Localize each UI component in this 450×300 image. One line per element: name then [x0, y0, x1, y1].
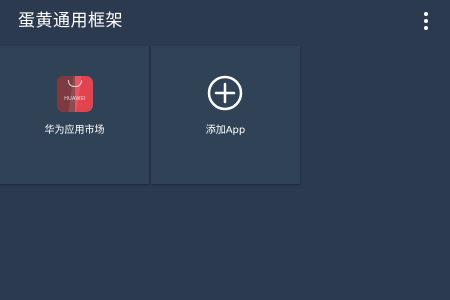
app-tile-label: 华为应用市场: [44, 125, 105, 136]
menu-dot: [424, 12, 428, 16]
app-title: 蛋黄通用框架: [18, 11, 123, 31]
more-vertical-icon[interactable]: [420, 11, 432, 31]
app-bar: 蛋黄通用框架: [0, 0, 450, 44]
menu-dot: [424, 19, 428, 23]
add-app-label: 添加App: [205, 125, 246, 136]
add-app-tile[interactable]: 添加App: [151, 46, 300, 184]
huawei-appgallery-icon: HUAWEI: [57, 76, 93, 112]
add-circle-icon: [207, 75, 243, 111]
app-tile-huawei-appgallery[interactable]: HUAWEI 华为应用市场: [0, 46, 149, 184]
app-grid: HUAWEI 华为应用市场 添加App: [0, 46, 300, 184]
menu-dot: [424, 26, 428, 30]
huawei-logo-text: HUAWEI: [64, 96, 86, 102]
